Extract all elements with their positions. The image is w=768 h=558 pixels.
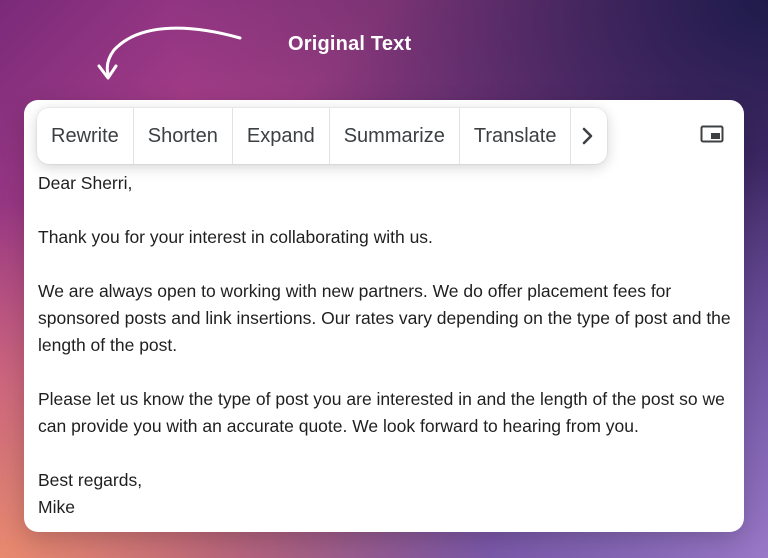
- email-greeting: Dear Sherri,: [38, 173, 133, 193]
- expand-button[interactable]: Expand: [233, 108, 330, 164]
- email-paragraph-3: Please let us know the type of post you …: [38, 389, 725, 436]
- more-options-button[interactable]: [571, 108, 607, 164]
- ai-writing-toolbar: Rewrite Shorten Expand Summarize Transla…: [37, 108, 608, 164]
- overlay-label: Original Text: [288, 33, 412, 55]
- summarize-button[interactable]: Summarize: [330, 108, 460, 164]
- email-signature: Mike: [38, 497, 75, 517]
- curved-arrow-icon: [97, 26, 242, 80]
- translate-button[interactable]: Translate: [460, 108, 572, 164]
- email-closing: Best regards,: [38, 470, 143, 490]
- picture-in-picture-icon[interactable]: [700, 125, 724, 143]
- email-editor-card: Rewrite Shorten Expand Summarize Transla…: [24, 100, 744, 532]
- chevron-right-icon: [583, 127, 593, 145]
- email-paragraph-1: Thank you for your interest in collabora…: [38, 227, 433, 247]
- email-body[interactable]: Dear Sherri, Thank you for your interest…: [38, 170, 734, 521]
- shorten-button[interactable]: Shorten: [134, 108, 233, 164]
- rewrite-button[interactable]: Rewrite: [37, 108, 134, 164]
- email-paragraph-2: We are always open to working with new p…: [38, 281, 731, 355]
